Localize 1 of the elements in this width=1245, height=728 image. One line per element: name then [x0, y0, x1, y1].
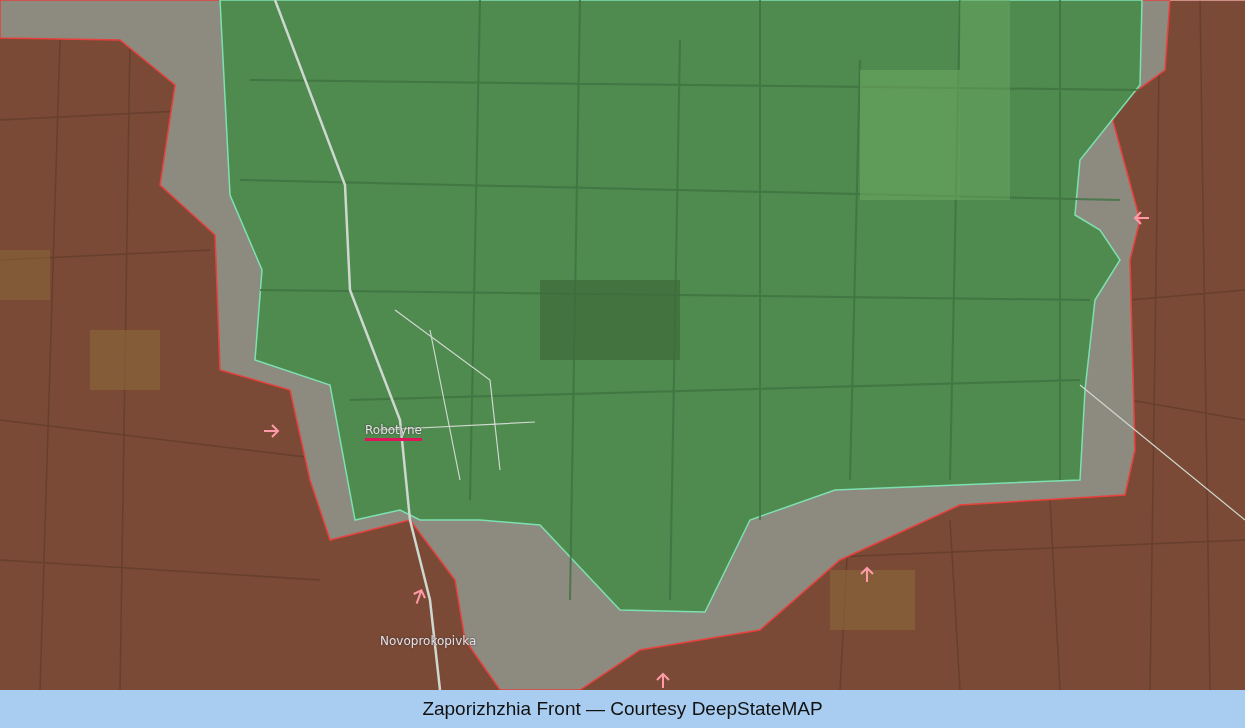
map-caption: Zaporizhzhia Front — Courtesy DeepStateMAP	[422, 698, 823, 720]
